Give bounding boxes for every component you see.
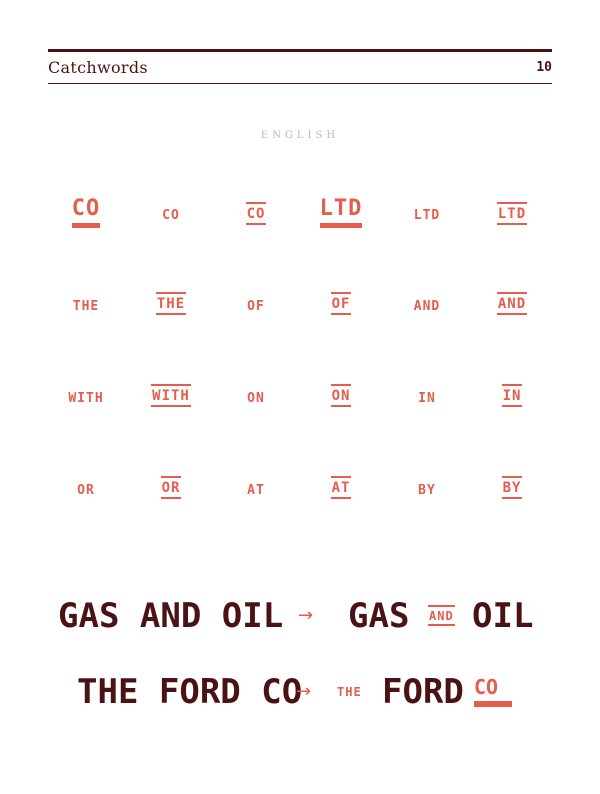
catchword-in-ruled: IN	[469, 384, 555, 407]
catchword-co-ruled: CO	[213, 202, 299, 225]
example-after-main: FORD	[382, 672, 464, 712]
example-after-left: GAS	[348, 596, 410, 636]
example-after-small: THE	[337, 685, 362, 699]
example-after-right: OIL	[472, 596, 534, 636]
catchword-text: CO	[162, 208, 180, 223]
catchword-text: IN	[418, 391, 436, 406]
catchword-text: WITH	[151, 384, 191, 407]
catchword-of-plain: OF	[213, 297, 299, 313]
catchword-text: AT	[330, 476, 352, 499]
catchword-and-plain: AND	[384, 297, 470, 313]
catchword-text: LTD	[320, 198, 363, 228]
catchword-text: OR	[160, 476, 182, 499]
catchword-text: IN	[501, 384, 523, 407]
catchword-text: AND	[413, 299, 441, 314]
catchword-or-plain: OR	[43, 481, 129, 497]
catchword-in-plain: IN	[384, 389, 470, 405]
co-underbar	[474, 701, 512, 707]
catchword-of-ruled: OF	[298, 292, 384, 315]
example-the-ford-co: THE FORD CO → THE FORD CO	[0, 675, 600, 715]
catchword-or-ruled: OR	[128, 476, 214, 499]
catchword-text: OF	[247, 299, 265, 314]
catchword-the-ruled: THE	[128, 292, 214, 315]
catchword-the-plain: THE	[43, 297, 129, 313]
catchword-text: OR	[77, 483, 95, 498]
catchword-text: AND	[496, 292, 528, 315]
page: Catchwords 10 ENGLISH CO CO CO LTD LTD L…	[0, 0, 600, 794]
catchword-text: THE	[155, 292, 187, 315]
catchword-ltd-large: LTD	[298, 198, 384, 228]
catchword-text: BY	[501, 476, 523, 499]
catchword-with-ruled: WITH	[128, 384, 214, 407]
catchword-and-ruled: AND	[469, 292, 555, 315]
catchword-by-ruled: BY	[469, 476, 555, 499]
catchword-ltd-ruled: LTD	[469, 202, 555, 225]
catchword-text: ON	[330, 384, 352, 407]
catchword-text: CO	[72, 198, 101, 228]
catchword-text: BY	[418, 483, 436, 498]
catchword-text: OF	[330, 292, 352, 315]
example-after-small-ruled: AND	[428, 605, 455, 626]
catchword-text: CO	[245, 202, 267, 225]
catchword-with-plain: WITH	[43, 389, 129, 405]
catchword-co-plain: CO	[128, 206, 214, 222]
catchword-text: ON	[247, 391, 265, 406]
catchword-text: WITH	[68, 391, 104, 406]
arrow-icon: →	[296, 681, 312, 702]
catchword-by-plain: BY	[384, 481, 470, 497]
example-before-text: GAS AND OIL	[58, 596, 284, 636]
catchword-ltd-plain: LTD	[384, 206, 470, 222]
example-after-co: CO	[474, 675, 499, 699]
catchword-text: THE	[72, 299, 100, 314]
catchword-co-large: CO	[43, 198, 129, 228]
catchword-at-ruled: AT	[298, 476, 384, 499]
catchword-on-ruled: ON	[298, 384, 384, 407]
catchword-text: LTD	[413, 208, 441, 223]
catchword-on-plain: ON	[213, 389, 299, 405]
catchword-text: AT	[247, 483, 265, 498]
arrow-icon: →	[298, 605, 314, 626]
catchword-grid: CO CO CO LTD LTD LTD THE THE OF OF AND A…	[0, 0, 600, 540]
example-before-text: THE FORD CO	[77, 672, 303, 712]
example-gas-and-oil: GAS AND OIL → GAS AND OIL	[0, 599, 600, 639]
catchword-at-plain: AT	[213, 481, 299, 497]
catchword-text: LTD	[496, 202, 528, 225]
